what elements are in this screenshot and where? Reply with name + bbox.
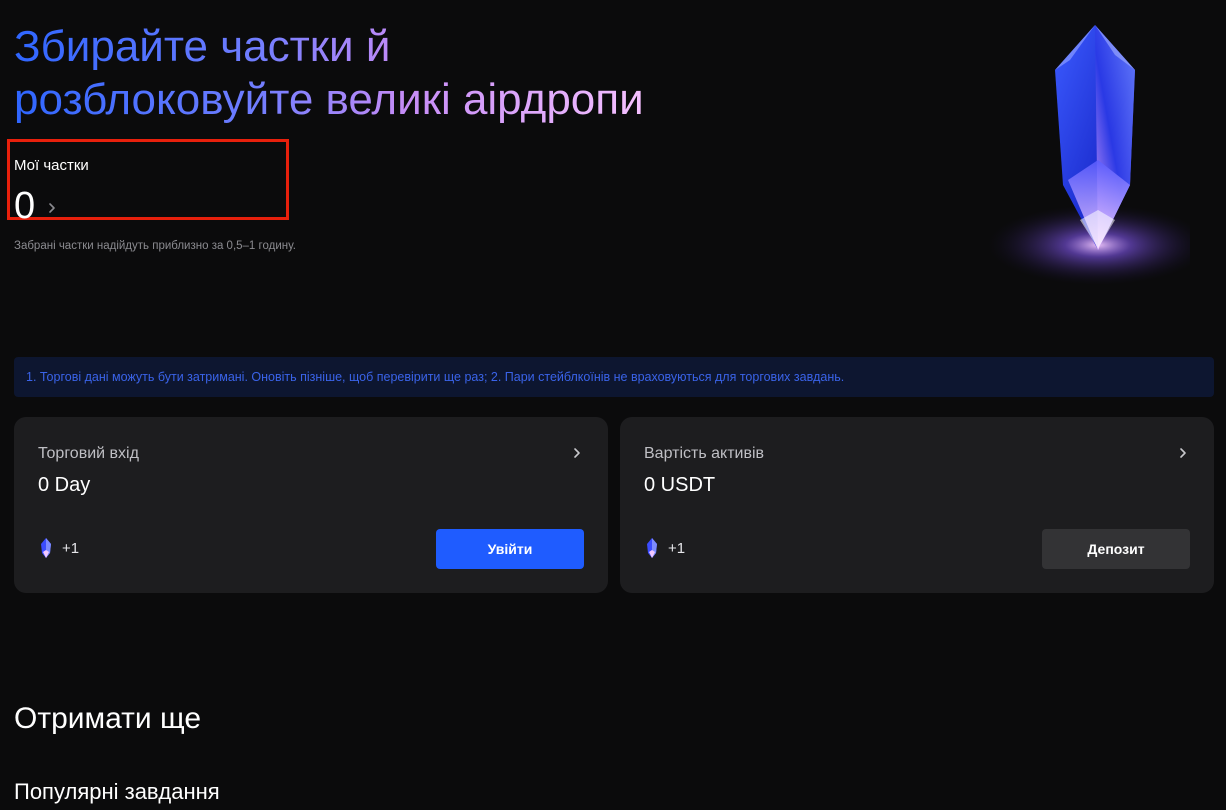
card-value: 0 Day — [38, 474, 91, 496]
hero-title-line-1: Збирайте частки й — [14, 22, 391, 71]
chevron-right-icon[interactable] — [570, 446, 584, 460]
shard-icon — [41, 538, 51, 558]
my-shards-label: Мої частки — [14, 157, 89, 174]
notice-banner: 1. Торгові дані можуть бути затримані. О… — [14, 357, 1214, 397]
reward: +1 — [646, 538, 685, 558]
get-more-title: Отримати ще — [14, 702, 202, 735]
hero-title: Збирайте частки й розблоковуйте великі а… — [14, 20, 644, 126]
card-value: 0 USDT — [644, 474, 716, 496]
card-title: Торговий вхід — [38, 445, 139, 462]
reward-amount: +1 — [668, 539, 686, 557]
crystal-illustration — [988, 25, 1190, 285]
my-shards-link[interactable]: 0 — [14, 184, 59, 228]
reward-amount: +1 — [62, 539, 80, 557]
shards-note: Забрані частки надійдуть приблизно за 0,… — [14, 240, 296, 252]
chevron-right-icon[interactable] — [1176, 446, 1190, 460]
reward: +1 — [40, 538, 79, 558]
shard-icon — [647, 538, 657, 558]
card-asset-value: Вартість активів 0 USDT +1 Депозит — [620, 417, 1214, 593]
hero-title-line-2: розблоковуйте великі аірдропи — [14, 75, 644, 124]
my-shards-value: 0 — [14, 185, 36, 227]
deposit-button[interactable]: Депозит — [1042, 529, 1190, 569]
airdrop-page: Збирайте частки й розблоковуйте великі а… — [0, 0, 1226, 810]
card-trading-login: Торговий вхід 0 Day +1 Увійти — [14, 417, 608, 593]
card-title: Вартість активів — [644, 445, 765, 462]
chevron-right-icon — [49, 203, 55, 213]
login-button[interactable]: Увійти — [436, 529, 584, 569]
popular-tasks-title: Популярні завдання — [14, 779, 220, 804]
